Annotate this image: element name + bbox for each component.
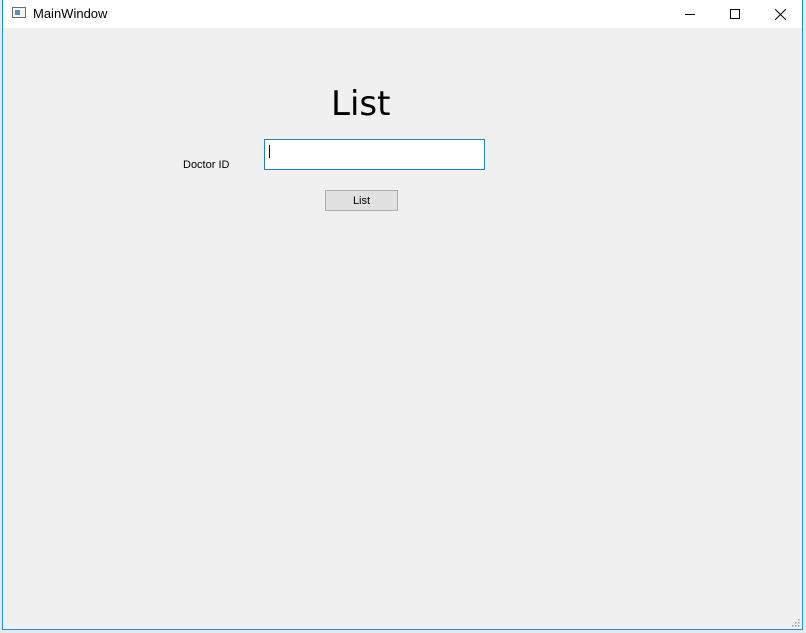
close-icon [774, 8, 786, 20]
close-button[interactable] [757, 0, 803, 28]
title-bar[interactable]: MainWindow [3, 0, 802, 28]
resize-grip-icon[interactable] [792, 619, 800, 627]
main-window: MainWindow List Doctor ID List [2, 0, 803, 630]
page-title: List [331, 84, 391, 124]
minimize-button[interactable] [667, 0, 713, 28]
text-caret [269, 145, 270, 158]
app-window-icon [12, 7, 26, 18]
list-button[interactable]: List [325, 190, 398, 211]
minimize-icon [685, 14, 695, 15]
window-title: MainWindow [33, 6, 108, 21]
maximize-button[interactable] [712, 0, 758, 28]
doctor-id-input[interactable] [264, 139, 485, 170]
doctor-id-label: Doctor ID [183, 159, 230, 171]
maximize-icon [730, 9, 740, 19]
